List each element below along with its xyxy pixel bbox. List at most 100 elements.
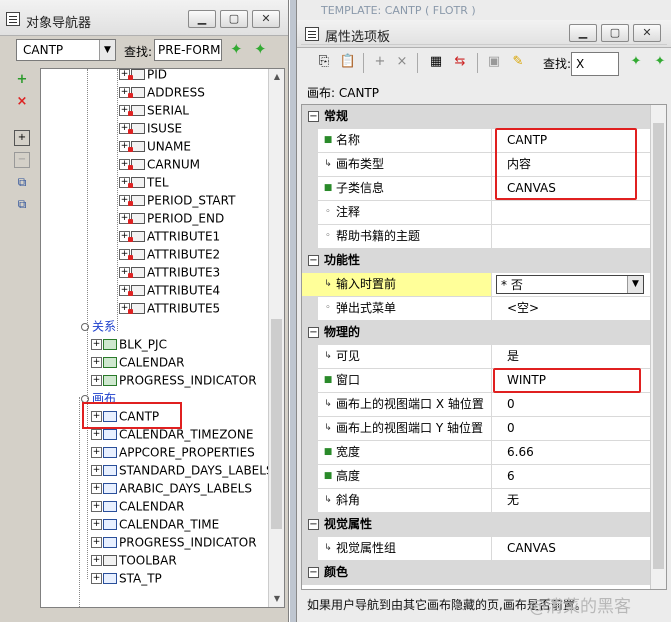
property-row[interactable]: ■ 高度 6: [302, 465, 652, 489]
property-value[interactable]: 6.66: [493, 441, 652, 464]
tree-node[interactable]: + BLK_PJC: [91, 335, 167, 353]
property-row[interactable]: ◦ 帮助书籍的主题: [302, 225, 652, 249]
property-value[interactable]: 是: [493, 345, 652, 368]
tree-node[interactable]: + PERIOD_START: [119, 191, 235, 209]
property-value[interactable]: [493, 225, 652, 248]
property-category[interactable]: − 常规: [302, 105, 652, 129]
expand-node-icon[interactable]: +: [91, 555, 102, 566]
scroll-up-icon[interactable]: ▲: [269, 69, 284, 85]
expand-node-icon[interactable]: +: [91, 465, 102, 476]
folder-toggle-icon[interactable]: [81, 322, 89, 331]
expand-node-icon[interactable]: +: [91, 447, 102, 458]
tree-node[interactable]: + ATTRIBUTE3: [119, 263, 220, 281]
property-name-cell[interactable]: ↳ 画布上的视图端口 Y 轴位置: [302, 417, 492, 440]
grid-scroll-thumb[interactable]: [653, 123, 664, 569]
property-name-cell[interactable]: ◦ 弹出式菜单: [302, 297, 492, 320]
tree-scrollbar[interactable]: ▲ ▼: [268, 69, 284, 607]
tree-node[interactable]: + STANDARD_DAYS_LABELS: [91, 461, 274, 479]
property-value[interactable]: 6: [493, 465, 652, 488]
add-property-icon[interactable]: +: [371, 53, 389, 71]
tree-node[interactable]: + UNAME: [119, 137, 191, 155]
property-row[interactable]: ↳ 视觉属性组 CANVAS: [302, 537, 652, 561]
tree-node[interactable]: + ADDRESS: [119, 83, 205, 101]
property-value[interactable]: <空>: [493, 297, 652, 320]
plus-icon[interactable]: +: [14, 72, 30, 88]
tree-node[interactable]: + ARABIC_DAYS_LABELS: [91, 479, 252, 497]
tree-node[interactable]: + APPCORE_PROPERTIES: [91, 443, 255, 461]
tree-node[interactable]: + CALENDAR: [91, 353, 184, 371]
collapse-all-icon[interactable]: ⧉: [14, 196, 30, 212]
collapse-icon[interactable]: −: [308, 519, 319, 530]
expand-node-icon[interactable]: +: [91, 357, 102, 368]
property-value[interactable]: CANVAS: [493, 537, 652, 560]
x-icon[interactable]: ×: [14, 94, 30, 110]
close-button[interactable]: ✕: [633, 24, 661, 42]
property-name-cell[interactable]: ↳ 视觉属性组: [302, 537, 492, 560]
property-name-cell[interactable]: ■ 名称: [302, 129, 492, 152]
property-row[interactable]: ↳ 可见 是: [302, 345, 652, 369]
flashlight-icon[interactable]: ✦: [627, 53, 645, 71]
expand-node-icon[interactable]: +: [91, 501, 102, 512]
minimize-button[interactable]: ▁: [188, 10, 216, 28]
property-row[interactable]: ◦ 注释: [302, 201, 652, 225]
flashlight-icon[interactable]: ✦: [254, 40, 267, 58]
paste-properties-icon[interactable]: 📋: [339, 53, 357, 71]
property-name-cell[interactable]: ↳ 输入时置前: [302, 273, 492, 296]
collapse-icon[interactable]: −: [308, 255, 319, 266]
property-category[interactable]: − 功能性: [302, 249, 652, 273]
property-value-dropdown[interactable]: * 否 ▼: [496, 275, 644, 294]
expand-node-icon[interactable]: +: [91, 573, 102, 584]
maximize-button[interactable]: ▢: [601, 24, 629, 42]
tree-node[interactable]: + TOOLBAR: [91, 551, 177, 569]
property-name-cell[interactable]: ■ 高度: [302, 465, 492, 488]
property-value[interactable]: 0: [493, 393, 652, 416]
property-row[interactable]: ↳ 斜角 无: [302, 489, 652, 513]
property-name-cell[interactable]: ◦ 帮助书籍的主题: [302, 225, 492, 248]
maximize-button[interactable]: ▢: [220, 10, 248, 28]
expand-icon[interactable]: +: [14, 130, 30, 146]
tree-node[interactable]: + STA_TP: [91, 569, 162, 587]
property-row[interactable]: ↳ 画布上的视图端口 Y 轴位置 0: [302, 417, 652, 441]
tree-node[interactable]: + ATTRIBUTE2: [119, 245, 220, 263]
collapse-icon[interactable]: −: [308, 567, 319, 578]
property-name-cell[interactable]: ↳ 斜角: [302, 489, 492, 512]
scroll-down-icon[interactable]: ▼: [269, 591, 284, 607]
copy-properties-icon[interactable]: ⎘: [315, 53, 333, 71]
chevron-down-icon[interactable]: ▼: [99, 40, 115, 60]
property-name-cell[interactable]: ◦ 注释: [302, 201, 492, 224]
tree-node[interactable]: + ISUSE: [119, 119, 182, 137]
expand-node-icon[interactable]: +: [91, 339, 102, 350]
expand-node-icon[interactable]: +: [91, 483, 102, 494]
property-category[interactable]: − 颜色: [302, 561, 652, 585]
tree-node[interactable]: + PERIOD_END: [119, 209, 224, 227]
tree-node[interactable]: + CARNUM: [119, 155, 200, 173]
property-name-cell[interactable]: ↳ 可见: [302, 345, 492, 368]
property-name-cell[interactable]: ↳ 画布上的视图端口 X 轴位置: [302, 393, 492, 416]
property-value[interactable]: 无: [493, 489, 652, 512]
property-name-cell[interactable]: ■ 宽度: [302, 441, 492, 464]
tree-node[interactable]: + CALENDAR: [91, 497, 184, 515]
pin-icon[interactable]: ✎: [509, 53, 527, 71]
property-row[interactable]: ↳ 输入时置前 * 否 ▼: [302, 273, 652, 297]
find-input[interactable]: X: [571, 52, 619, 76]
property-name-cell[interactable]: ■ 子类信息: [302, 177, 492, 200]
property-name-cell[interactable]: ■ 窗口: [302, 369, 492, 392]
property-value[interactable]: 0: [493, 417, 652, 440]
tree-node[interactable]: + ATTRIBUTE1: [119, 227, 220, 245]
property-class-icon[interactable]: ▦: [427, 53, 445, 71]
expand-node-icon[interactable]: +: [91, 519, 102, 530]
collapse-icon[interactable]: −: [14, 152, 30, 168]
property-value[interactable]: [493, 201, 652, 224]
tree-node[interactable]: + ATTRIBUTE5: [119, 299, 220, 317]
tree-node[interactable]: + TEL: [119, 173, 169, 191]
property-name-cell[interactable]: ↳ 画布类型: [302, 153, 492, 176]
inherit-icon[interactable]: ⇆: [451, 53, 469, 71]
property-row[interactable]: ◦ 弹出式菜单 <空>: [302, 297, 652, 321]
property-category[interactable]: − 视觉属性: [302, 513, 652, 537]
tree-scroll-thumb[interactable]: [271, 319, 282, 529]
tree-node[interactable]: + ATTRIBUTE4: [119, 281, 220, 299]
expand-node-icon[interactable]: +: [91, 375, 102, 386]
collapse-icon[interactable]: −: [308, 327, 319, 338]
tree-node[interactable]: + PROGRESS_INDICATOR: [91, 533, 257, 551]
minimize-button[interactable]: ▁: [569, 24, 597, 42]
